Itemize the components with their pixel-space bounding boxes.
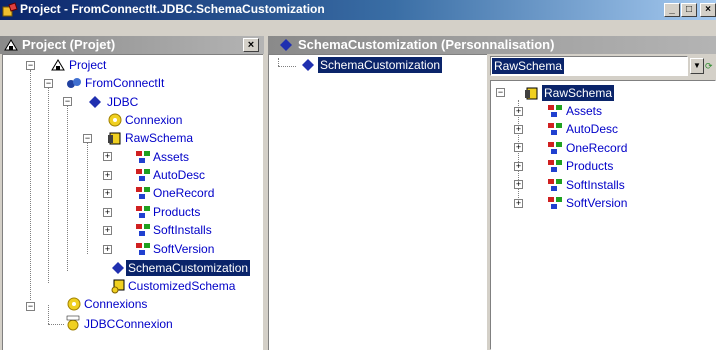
- jdbc-connexion-icon: [66, 315, 80, 331]
- tree-collapse-toggle[interactable]: −: [26, 61, 35, 70]
- tree-item-customizedschema[interactable]: CustomizedSchema: [128, 278, 235, 294]
- schema-tree-item-rawschema[interactable]: RawSchema: [542, 85, 615, 101]
- tree-expand-toggle[interactable]: +: [103, 152, 112, 161]
- table-icon: [136, 151, 150, 163]
- tree-item-fromconnectit[interactable]: FromConnectIt: [85, 75, 164, 91]
- tree-expand-toggle[interactable]: +: [103, 226, 112, 235]
- tree-item-rawschema[interactable]: RawSchema: [125, 130, 193, 146]
- customization-list: [268, 54, 487, 350]
- table-icon: [548, 123, 562, 135]
- connection-icon: [67, 78, 81, 88]
- tree-collapse-toggle[interactable]: −: [26, 302, 35, 311]
- tree-line: [87, 142, 88, 254]
- tree-line: [48, 305, 49, 324]
- table-icon: [548, 179, 562, 191]
- tree-line: [30, 70, 31, 300]
- schema-tree-item-autodesc[interactable]: AutoDesc: [566, 121, 618, 137]
- schema-select-value: RawSchema: [492, 58, 565, 74]
- jdbc-icon: [89, 96, 101, 108]
- tree-expand-toggle[interactable]: +: [103, 245, 112, 254]
- project-icon: [4, 39, 18, 51]
- schema-tree-item-onerecord[interactable]: OneRecord: [566, 140, 627, 156]
- dropdown-arrow-icon[interactable]: ▼: [690, 58, 704, 74]
- table-icon: [136, 187, 150, 199]
- tree-expand-toggle[interactable]: +: [514, 162, 523, 171]
- diamond-icon: [112, 262, 124, 274]
- tree-item-schemacustomization[interactable]: SchemaCustomization: [126, 260, 251, 276]
- tree-collapse-toggle[interactable]: −: [496, 88, 505, 97]
- tree-item-softinstalls[interactable]: SoftInstalls: [153, 222, 212, 238]
- tree-line: [278, 66, 296, 67]
- tree-expand-toggle[interactable]: +: [514, 125, 523, 134]
- tree-item-connexions[interactable]: Connexions: [84, 296, 147, 312]
- tree-expand-toggle[interactable]: +: [103, 208, 112, 217]
- table-icon: [136, 169, 150, 181]
- table-icon: [136, 224, 150, 236]
- app-icon: [2, 2, 18, 17]
- tree-expand-toggle[interactable]: +: [514, 199, 523, 208]
- tree-expand-toggle[interactable]: +: [514, 143, 523, 152]
- tree-line: [48, 88, 49, 283]
- table-icon: [136, 206, 150, 218]
- tree-expand-toggle[interactable]: +: [103, 171, 112, 180]
- tree-item-connexion[interactable]: Connexion: [125, 112, 182, 128]
- minimize-button[interactable]: _: [664, 3, 680, 17]
- tree-item-softversion[interactable]: SoftVersion: [153, 241, 214, 257]
- table-icon: [548, 160, 562, 172]
- schema-icon: [525, 87, 538, 100]
- maximize-button[interactable]: □: [681, 3, 697, 17]
- table-icon: [548, 105, 562, 117]
- diamond-icon: [302, 59, 314, 71]
- project-pane-title: Project (Projet): [22, 37, 116, 52]
- window-title: Project - FromConnectIt.JDBC.SchemaCusto…: [20, 2, 325, 16]
- customization-item[interactable]: SchemaCustomization: [318, 57, 443, 73]
- schema-tree-item-softversion[interactable]: SoftVersion: [566, 195, 627, 211]
- custom-schema-icon: [111, 279, 125, 294]
- tree-expand-toggle[interactable]: +: [514, 107, 523, 116]
- schema-tree-item-assets[interactable]: Assets: [566, 103, 602, 119]
- schema-tree-item-softinstalls[interactable]: SoftInstalls: [566, 177, 625, 193]
- project-pane-close-button[interactable]: ×: [243, 38, 259, 52]
- tree-expand-toggle[interactable]: +: [514, 180, 523, 189]
- tree-line: [67, 106, 68, 271]
- tree-line: [278, 58, 279, 66]
- diamond-icon: [280, 39, 292, 51]
- tree-item-jdbcconnexion[interactable]: JDBCConnexion: [84, 316, 173, 332]
- project-icon: [51, 59, 65, 71]
- tree-item-jdbc[interactable]: JDBC: [107, 94, 138, 110]
- tree-item-project[interactable]: Project: [69, 57, 106, 73]
- close-button[interactable]: ×: [700, 3, 716, 17]
- tree-line: [48, 324, 64, 325]
- tree-item-assets[interactable]: Assets: [153, 149, 189, 165]
- tree-item-autodesc[interactable]: AutoDesc: [153, 167, 205, 183]
- tree-collapse-toggle[interactable]: −: [63, 97, 72, 106]
- table-icon: [136, 243, 150, 255]
- refresh-icon[interactable]: ⟳: [705, 58, 716, 74]
- tree-expand-toggle[interactable]: +: [103, 189, 112, 198]
- gear-icon: [67, 297, 81, 311]
- tree-item-onerecord[interactable]: OneRecord: [153, 185, 214, 201]
- table-icon: [548, 197, 562, 209]
- tree-item-products[interactable]: Products: [153, 204, 200, 220]
- gear-icon: [108, 113, 122, 127]
- tree-collapse-toggle[interactable]: −: [83, 134, 92, 143]
- schema-tree-item-products[interactable]: Products: [566, 158, 613, 174]
- table-icon: [548, 142, 562, 154]
- tree-collapse-toggle[interactable]: −: [44, 79, 53, 88]
- schema-icon: [108, 132, 121, 145]
- schema-pane-title: SchemaCustomization (Personnalisation): [298, 37, 555, 52]
